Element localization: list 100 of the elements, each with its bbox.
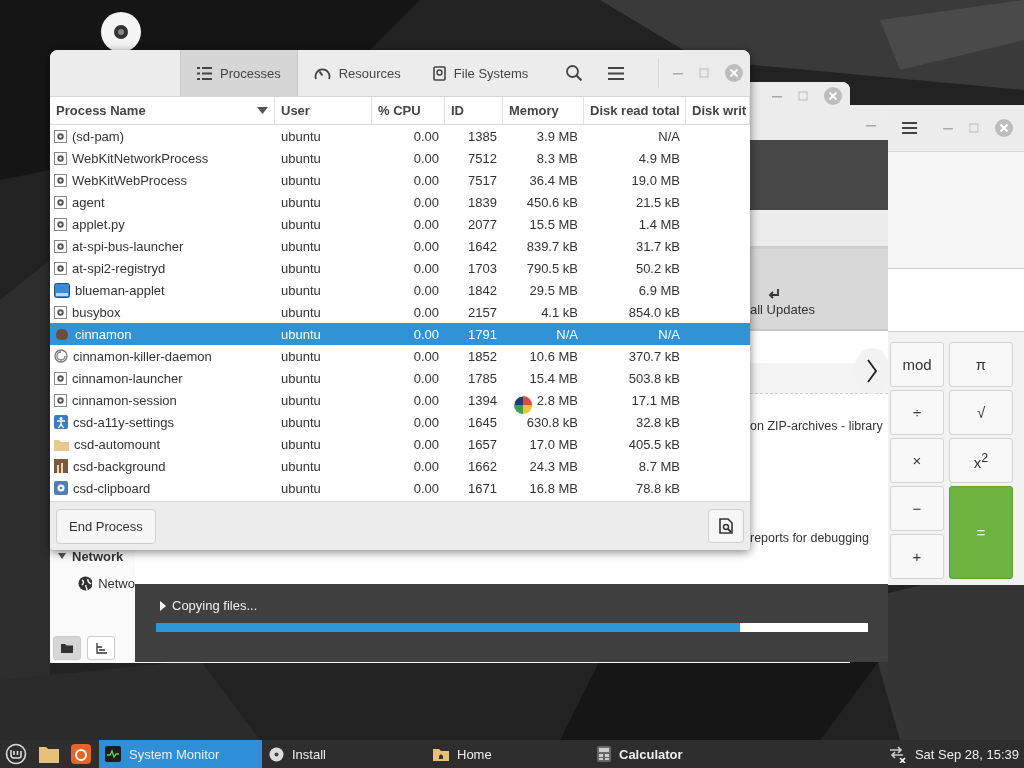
tab[interactable]: Processes [180, 50, 298, 96]
gear-icon [54, 173, 67, 187]
gear-icon [54, 305, 67, 319]
table-cell: 0.00 [413, 436, 439, 452]
expander-icon[interactable] [160, 600, 166, 611]
table-cell: 3.9 MB [536, 128, 578, 144]
column-header[interactable]: User [275, 97, 372, 125]
table-cell: ubuntu [281, 458, 321, 474]
end-process-button[interactable]: End Process [56, 508, 156, 544]
tree-button[interactable] [87, 636, 115, 660]
blob-icon [54, 327, 70, 341]
key-button[interactable]: − [890, 486, 944, 531]
process-name: at-spi-bus-launcher [72, 238, 184, 254]
table-cell: 1662 [468, 458, 497, 474]
table-cell: 0.00 [413, 304, 439, 320]
table-cell: ubuntu [281, 216, 321, 232]
image-icon [54, 459, 68, 473]
column-header[interactable]: ID [445, 97, 503, 125]
column-header[interactable]: Disk writ [686, 97, 750, 125]
clock: Sat Sep 28, 15:39 [914, 746, 1019, 762]
table-cell: 0.00 [413, 172, 439, 188]
table-cell: 1.4 MB [638, 216, 680, 232]
menu-icon[interactable] [608, 66, 625, 80]
table-cell: ubuntu [281, 414, 321, 430]
properties-button[interactable] [708, 509, 744, 543]
list-icon [197, 66, 212, 80]
folder-icon [54, 437, 69, 451]
process-name: cinnamon-launcher [72, 370, 183, 386]
table-cell: ubuntu [281, 128, 321, 144]
table-cell: 0.00 [413, 326, 439, 342]
key-button[interactable]: × [890, 438, 944, 483]
menu-logo-icon[interactable] [5, 743, 27, 765]
column-header[interactable]: % CPU [372, 97, 445, 125]
expander-icon[interactable] [58, 553, 66, 559]
table-cell: 4.9 MB [638, 150, 680, 166]
table-cell: 839.7 kB [526, 238, 578, 254]
taskbar-button[interactable]: Home [427, 740, 590, 768]
table-cell: N/A [658, 128, 680, 144]
key-button[interactable]: + [890, 534, 944, 579]
calculator-icon [597, 746, 611, 762]
browser-icon[interactable] [71, 744, 91, 764]
next-button[interactable] [854, 348, 890, 394]
table-cell: 0.00 [413, 238, 439, 254]
process-name: WebKitWebProcess [72, 172, 188, 188]
column-header[interactable]: Memory [503, 97, 584, 125]
column-header[interactable]: Disk read total [584, 97, 686, 125]
menu-icon[interactable] [902, 122, 917, 134]
table-cell: ubuntu [281, 436, 321, 452]
key-button[interactable]: ÷ [890, 390, 944, 435]
table-cell: ubuntu [281, 260, 321, 276]
process-name: cinnamon-killer-daemon [73, 348, 212, 364]
key-button[interactable]: x$^{2}$ [949, 438, 1013, 483]
process-name: busybox [72, 304, 121, 320]
table-cell: ubuntu [281, 282, 321, 298]
sidebar-item[interactable]: Netwo [98, 575, 135, 591]
column-header[interactable]: Process Name [50, 97, 275, 125]
gear-icon [54, 151, 67, 165]
key-button[interactable]: π [949, 342, 1013, 387]
table-cell: ubuntu [281, 326, 321, 342]
table-cell: 78.8 kB [635, 480, 680, 496]
table-cell: ubuntu [281, 238, 321, 254]
table-cell: ubuntu [281, 304, 321, 320]
key-button[interactable]: mod [890, 342, 944, 387]
table-cell: 1385 [468, 128, 497, 144]
package-description: reports for debugging [750, 530, 869, 546]
table-cell: 2077 [468, 216, 497, 232]
table-cell: 630.8 kB [526, 414, 578, 430]
display-field[interactable] [888, 269, 1024, 332]
process-name: applet.py [72, 216, 125, 232]
return-arrow-icon [768, 289, 780, 300]
gear-icon [54, 393, 67, 407]
tree-icon [95, 642, 107, 654]
table-cell: 0.00 [413, 282, 439, 298]
table-cell: ubuntu [281, 172, 321, 188]
install-updates-button[interactable]: all Updates [750, 289, 816, 317]
table-cell: 0.00 [413, 370, 439, 386]
tab[interactable]: File Systems [416, 50, 545, 96]
monitor-icon [105, 746, 121, 762]
table-cell: 1785 [468, 370, 497, 386]
table-cell: N/A [658, 326, 680, 342]
places-button[interactable] [53, 636, 81, 660]
disc-icon[interactable] [101, 12, 141, 52]
process-name: blueman-applet [75, 282, 165, 298]
gear-icon [54, 217, 67, 231]
table-cell: 0.00 [413, 260, 439, 276]
key-button[interactable]: √ [949, 390, 1013, 435]
sort-arrow-icon [257, 107, 268, 114]
folder-icon[interactable] [39, 745, 59, 763]
table-cell: 10.6 MB [529, 348, 578, 364]
table-cell: ubuntu [281, 370, 321, 386]
table-cell: 0.00 [413, 194, 439, 210]
search-icon[interactable] [566, 65, 583, 81]
tab[interactable]: Resources [297, 50, 417, 96]
table-cell: 0.00 [413, 458, 439, 474]
taskbar-button[interactable]: Install [263, 740, 426, 768]
table-cell: ubuntu [281, 150, 321, 166]
table-cell: 16.8 MB [529, 480, 578, 496]
taskbar-button[interactable]: Calculator [591, 740, 754, 768]
table-cell: 1839 [468, 194, 497, 210]
section-heading: Network [72, 548, 124, 564]
